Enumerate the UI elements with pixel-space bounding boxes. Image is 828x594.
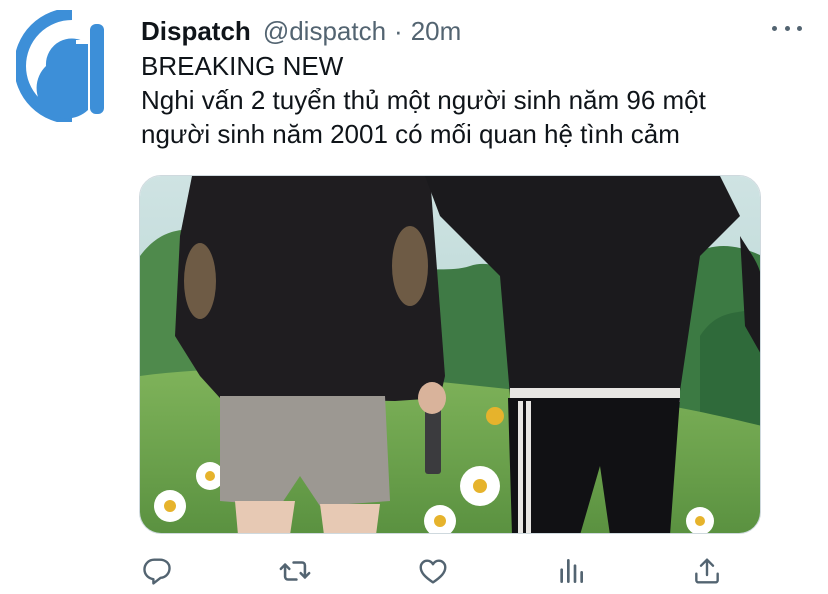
reply-icon <box>143 558 171 585</box>
reply-button[interactable] <box>137 551 177 591</box>
dot <box>797 25 802 31</box>
share-button[interactable] <box>687 551 727 591</box>
retweet-button[interactable] <box>275 551 315 591</box>
dot <box>784 25 790 31</box>
header-separator: · <box>394 16 403 46</box>
heart-icon <box>419 559 447 584</box>
dispatch-logo <box>14 8 126 124</box>
tweet-photo[interactable] <box>139 175 761 534</box>
tweet-actions <box>0 551 828 591</box>
tweet-text-line: người sinh năm 2001 có mối quan hệ tình … <box>141 119 680 149</box>
photo-illustration <box>140 176 760 533</box>
analytics-icon <box>560 559 583 583</box>
more-dots-icon[interactable] <box>772 18 802 38</box>
retweet-icon <box>279 561 311 581</box>
analytics-button[interactable] <box>551 551 591 591</box>
author-handle[interactable]: @dispatch <box>263 14 386 48</box>
tweet-timestamp[interactable]: 20m <box>411 14 462 48</box>
author-name[interactable]: Dispatch <box>141 14 251 48</box>
dot <box>772 25 777 31</box>
tweet-text-line: Nghi vấn 2 tuyển thủ một người sinh năm … <box>141 85 706 115</box>
avatar[interactable] <box>14 8 128 124</box>
like-button[interactable] <box>413 551 453 591</box>
share-icon <box>695 558 719 584</box>
tweet-header: Dispatch @dispatch · 20m <box>141 14 461 48</box>
tweet-text-line: BREAKING NEW <box>141 51 344 81</box>
tweet-text: BREAKING NEW Nghi vấn 2 tuyển thủ một ng… <box>141 49 801 151</box>
